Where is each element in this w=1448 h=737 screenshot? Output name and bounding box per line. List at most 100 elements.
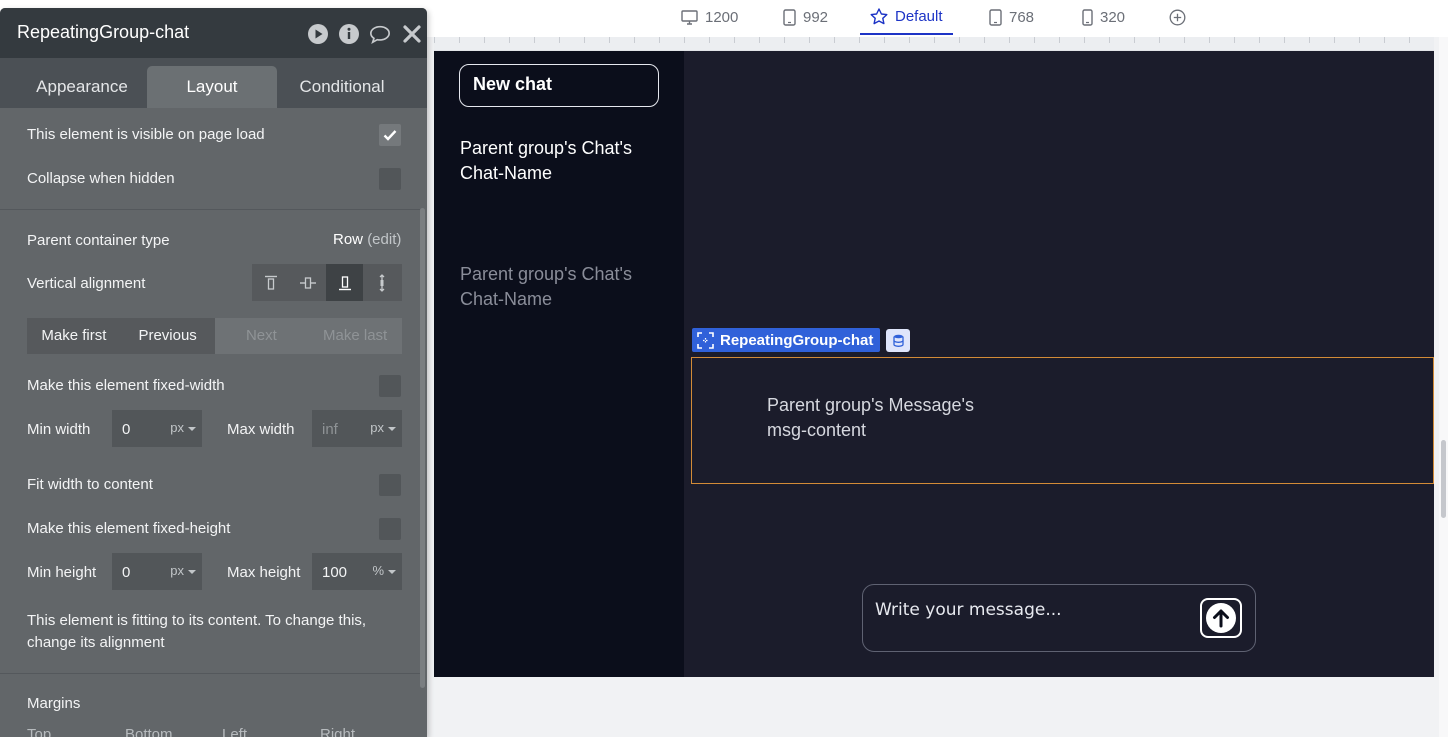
message-text: Parent group's Message's msg-content xyxy=(767,395,974,440)
breakpoint-320[interactable]: 320 xyxy=(1082,0,1125,35)
vertical-alignment-control xyxy=(252,264,402,301)
margins-label: Margins xyxy=(27,695,81,712)
database-icon[interactable] xyxy=(886,329,910,352)
repeating-group-chat[interactable]: Parent group's Message's msg-content xyxy=(691,357,1434,484)
selection-frame-icon xyxy=(697,331,714,349)
visible-on-load-label: This element is visible on page load xyxy=(27,126,265,143)
min-height-input[interactable] xyxy=(122,564,167,581)
previous-button[interactable]: Previous xyxy=(120,318,215,354)
info-icon[interactable] xyxy=(338,23,360,45)
breakpoint-label: 992 xyxy=(803,9,829,26)
max-width-unit-select[interactable]: px xyxy=(370,420,396,435)
make-last-button: Make last xyxy=(308,318,402,354)
next-button: Next xyxy=(214,318,309,354)
add-breakpoint-button[interactable] xyxy=(1169,0,1186,35)
desktop-icon xyxy=(681,10,698,25)
fit-width-label: Fit width to content xyxy=(27,476,153,493)
panel-scrollbar[interactable] xyxy=(420,208,425,688)
page-canvas: New chat Parent group's Chat's Chat-Name… xyxy=(434,51,1434,677)
tablet-icon xyxy=(989,9,1002,26)
chat-list-item[interactable]: Parent group's Chat's Chat-Name xyxy=(460,136,660,186)
align-bottom-icon xyxy=(338,275,351,290)
align-stretch-icon xyxy=(379,273,384,292)
max-width-field: px xyxy=(312,410,402,447)
fixed-height-label: Make this element fixed-height xyxy=(27,520,231,537)
align-stretch-button[interactable] xyxy=(363,264,400,301)
breakpoint-1200[interactable]: 1200 xyxy=(681,0,738,35)
chat-list-item[interactable]: Parent group's Chat's Chat-Name xyxy=(460,262,660,312)
breakpoint-label: Default xyxy=(895,8,943,25)
plus-circle-icon xyxy=(1169,9,1186,26)
panel-tabs: Appearance Layout Conditional xyxy=(0,58,427,108)
message-composer xyxy=(862,584,1256,652)
align-center-button[interactable] xyxy=(289,264,326,301)
tab-conditional[interactable]: Conditional xyxy=(277,66,407,108)
align-top-button[interactable] xyxy=(252,264,289,301)
fit-content-note: This element is fitting to its content. … xyxy=(27,612,367,651)
tab-layout[interactable]: Layout xyxy=(147,66,277,108)
margin-right-label: Right xyxy=(320,726,356,737)
max-height-input[interactable] xyxy=(322,564,367,581)
edit-link[interactable]: (edit) xyxy=(367,231,401,248)
min-width-unit-select[interactable]: px xyxy=(170,420,196,435)
min-width-field: px xyxy=(112,410,202,447)
margin-bottom-label: Bottom xyxy=(125,726,173,737)
margin-left-label: Left xyxy=(222,726,248,737)
fixed-width-checkbox[interactable] xyxy=(379,375,401,397)
message-input[interactable] xyxy=(875,600,1195,620)
collapse-when-hidden-label: Collapse when hidden xyxy=(27,170,175,187)
star-icon xyxy=(870,8,888,25)
repeating-group-name: RepeatingGroup-chat xyxy=(720,331,874,349)
make-first-button[interactable]: Make first xyxy=(27,318,121,354)
breakpoint-768[interactable]: 768 xyxy=(989,0,1034,35)
comment-icon[interactable] xyxy=(369,23,391,45)
max-width-label: Max width xyxy=(227,421,295,438)
max-height-label: Max height xyxy=(227,564,301,581)
breakpoint-default[interactable]: Default xyxy=(860,0,953,35)
parent-container-type-label: Parent container type xyxy=(27,232,170,249)
editor-scrollbar[interactable] xyxy=(1439,37,1448,737)
chat-sidebar: New chat Parent group's Chat's Chat-Name… xyxy=(434,51,684,677)
fixed-height-checkbox[interactable] xyxy=(379,518,401,540)
new-chat-button[interactable]: New chat xyxy=(459,64,659,107)
min-height-field: px xyxy=(112,553,202,590)
breakpoint-label: 768 xyxy=(1009,9,1035,26)
collapse-when-hidden-checkbox[interactable] xyxy=(379,168,401,190)
vertical-alignment-label: Vertical alignment xyxy=(27,275,146,292)
breakpoint-label: 1200 xyxy=(705,9,739,26)
arrow-up-circle-icon xyxy=(1206,603,1236,633)
breakpoint-992[interactable]: 992 xyxy=(783,0,828,35)
container-type: Row xyxy=(333,231,364,248)
tab-appearance[interactable]: Appearance xyxy=(17,66,147,108)
panel-header: RepeatingGroup-chat xyxy=(0,8,427,58)
max-width-input[interactable] xyxy=(322,421,367,438)
panel-title: RepeatingGroup-chat xyxy=(17,22,190,42)
align-bottom-button[interactable] xyxy=(326,264,363,301)
min-width-label: Min width xyxy=(27,421,91,438)
horizontal-ruler xyxy=(434,37,1434,51)
visible-on-load-checkbox[interactable] xyxy=(379,124,401,146)
section-divider xyxy=(0,673,420,674)
fixed-width-label: Make this element fixed-width xyxy=(27,377,225,394)
min-height-unit-select[interactable]: px xyxy=(170,563,196,578)
send-button[interactable] xyxy=(1200,598,1242,638)
repeating-group-label[interactable]: RepeatingGroup-chat xyxy=(692,328,881,352)
checkmark-icon xyxy=(383,130,397,141)
max-height-field: % xyxy=(312,553,402,590)
tablet-icon xyxy=(783,9,796,26)
fit-width-checkbox[interactable] xyxy=(379,474,401,496)
ruler-ticks xyxy=(434,37,1434,43)
min-width-input[interactable] xyxy=(122,421,167,438)
align-center-icon xyxy=(299,276,316,289)
max-height-unit-select[interactable]: % xyxy=(372,563,396,578)
play-icon[interactable] xyxy=(307,23,329,45)
margin-top-label: Top xyxy=(27,726,52,737)
phone-icon xyxy=(1082,9,1093,26)
close-icon[interactable] xyxy=(401,23,423,45)
parent-container-type-value[interactable]: Row (edit) xyxy=(333,231,401,248)
property-editor-panel: RepeatingGroup-chat Appearance Layout Co… xyxy=(0,8,427,737)
section-divider xyxy=(0,209,420,210)
element-order-controls: Make first Previous Next Make last xyxy=(27,318,402,354)
editor-scrollbar-thumb[interactable] xyxy=(1441,440,1446,518)
breakpoint-label: 320 xyxy=(1100,9,1126,26)
